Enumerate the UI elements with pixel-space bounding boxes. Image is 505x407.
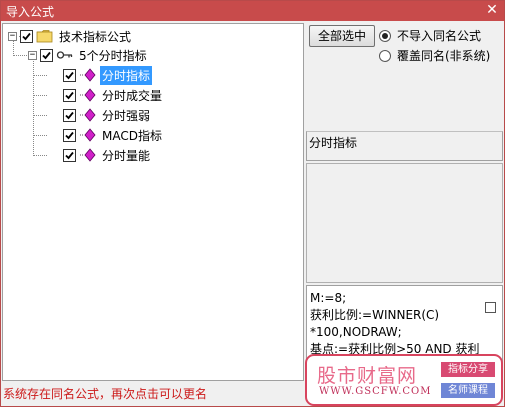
watermark-url: WWW.GSCFW.COM bbox=[319, 386, 432, 397]
site-watermark: 股市财富网 WWW.GSCFW.COM 指标分享 名师课程 bbox=[305, 354, 503, 406]
formula-line: 获利比例:=WINNER(C) bbox=[310, 308, 440, 322]
title-bar: 导入公式 ✕ bbox=[1, 1, 504, 21]
radio-overwrite[interactable]: 覆盖同名(非系统) bbox=[379, 47, 490, 64]
tree-item-label: MACD指标 bbox=[102, 128, 162, 143]
formula-diamond-icon bbox=[80, 148, 96, 162]
tree-node-group-label: 5个分时指标 bbox=[79, 48, 147, 63]
checkmark-icon bbox=[22, 32, 31, 40]
tree-guide-line bbox=[33, 95, 47, 96]
formula-option-checkbox[interactable] bbox=[485, 302, 496, 313]
options-panel: 全部选中 不导入同名公式 覆盖同名(非系统) 分时指标 M:=8; 获利比例:=… bbox=[306, 23, 504, 383]
status-message: 系统存在同名公式，再次点击可以更名 bbox=[3, 387, 208, 401]
formula-description-box bbox=[306, 163, 503, 283]
item-checkbox[interactable] bbox=[63, 88, 76, 102]
tree-node-root-label: 技术指标公式 bbox=[59, 29, 132, 44]
root-checkbox[interactable] bbox=[20, 29, 33, 43]
tree-guide-line bbox=[33, 115, 47, 116]
group-checkbox[interactable] bbox=[40, 48, 53, 62]
formula-diamond-icon bbox=[80, 88, 96, 102]
tree-item[interactable]: MACD指标 bbox=[63, 126, 164, 144]
tree-guide-line bbox=[33, 75, 47, 76]
watermark-tag: 指标分享 bbox=[441, 362, 495, 377]
formula-tree: − 技术指标公式 − 5个分时指标 分时指标 分时成交量 分时强弱 MACD指标… bbox=[2, 23, 304, 381]
formula-diamond-icon bbox=[80, 128, 96, 142]
tree-node-group[interactable]: − 5个分时指标 bbox=[28, 46, 149, 64]
tree-item[interactable]: 分时指标 bbox=[63, 65, 153, 85]
tree-item[interactable]: 分时强弱 bbox=[63, 106, 152, 124]
item-checkbox[interactable] bbox=[63, 108, 76, 122]
checkmark-icon bbox=[65, 91, 74, 99]
radio-no-import[interactable]: 不导入同名公式 bbox=[379, 27, 481, 44]
key-icon bbox=[56, 51, 73, 59]
collapse-icon[interactable]: − bbox=[8, 31, 17, 41]
tree-node-root[interactable]: − 技术指标公式 bbox=[8, 27, 133, 45]
tree-guide-line bbox=[13, 55, 29, 56]
checkmark-icon bbox=[65, 131, 74, 139]
radio-no-import-label: 不导入同名公式 bbox=[397, 29, 482, 43]
formula-diamond-icon bbox=[80, 108, 96, 122]
checkmark-icon bbox=[65, 71, 74, 79]
checkmark-icon bbox=[42, 51, 51, 59]
import-formula-dialog: 导入公式 ✕ − 技术指标公式 − 5个分时指标 分时指标 分时成交量 分时强弱… bbox=[0, 0, 505, 407]
folder-icon bbox=[36, 30, 53, 43]
tree-item[interactable]: 分时量能 bbox=[63, 146, 152, 164]
radio-no-import-indicator[interactable] bbox=[379, 29, 391, 42]
item-checkbox[interactable] bbox=[63, 68, 76, 82]
watermark-site-name: 股市财富网 bbox=[317, 365, 418, 387]
formula-diamond-icon bbox=[80, 68, 96, 82]
radio-overwrite-label: 覆盖同名(非系统) bbox=[397, 49, 491, 63]
select-all-button[interactable]: 全部选中 bbox=[309, 25, 375, 47]
checkmark-icon bbox=[65, 111, 74, 119]
item-checkbox[interactable] bbox=[63, 128, 76, 142]
checkmark-icon bbox=[65, 151, 74, 159]
close-icon[interactable]: ✕ bbox=[483, 2, 501, 19]
window-title: 导入公式 bbox=[6, 4, 55, 19]
watermark-tag: 名师课程 bbox=[441, 383, 495, 398]
tree-item-label: 分时强弱 bbox=[102, 108, 151, 123]
tree-guide-line bbox=[33, 155, 47, 156]
formula-line: M:=8; bbox=[310, 291, 347, 305]
collapse-icon[interactable]: − bbox=[28, 50, 37, 60]
tree-item-label: 分时指标 bbox=[100, 65, 153, 85]
formula-name-text: 分时指标 bbox=[309, 136, 358, 150]
tree-item[interactable]: 分时成交量 bbox=[63, 86, 164, 104]
formula-name-field: 分时指标 bbox=[306, 131, 503, 161]
radio-overwrite-indicator[interactable] bbox=[379, 49, 391, 62]
item-checkbox[interactable] bbox=[63, 148, 76, 162]
tree-item-label: 分时成交量 bbox=[102, 88, 163, 103]
formula-line: *100,NODRAW; bbox=[310, 325, 402, 339]
tree-guide-line bbox=[33, 135, 47, 136]
tree-item-label: 分时量能 bbox=[102, 148, 151, 163]
